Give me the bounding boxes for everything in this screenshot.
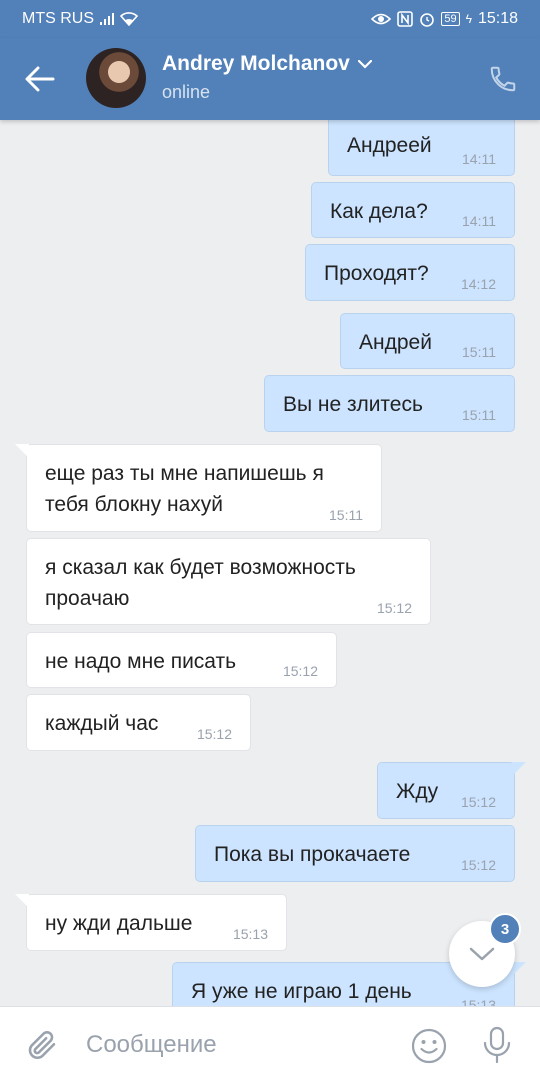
avatar[interactable]: [86, 48, 146, 108]
status-right: 59 ϟ 15:18: [371, 10, 518, 28]
contact-status: online: [162, 82, 211, 102]
chat-header: Andrey Molchanov online: [0, 38, 540, 120]
message-text: Как дела?: [330, 200, 428, 223]
message-out[interactable]: Как дела? 14:11: [311, 182, 515, 238]
carrier-name: MTS RUS: [22, 10, 94, 27]
chevron-down-icon: [357, 59, 372, 69]
message-text: Пока вы прокачаете: [214, 843, 411, 866]
message-text: Андрей: [359, 331, 432, 354]
message-time: 15:11: [462, 407, 496, 423]
message-in[interactable]: каждый час 15:12: [26, 694, 251, 751]
message-time: 15:12: [376, 600, 412, 616]
chevron-down-icon: [469, 947, 495, 961]
message-text: еще раз ты мне напишешь я тебя блокну на…: [45, 458, 324, 520]
alarm-icon: [420, 13, 435, 27]
message-text: каждый час: [45, 712, 159, 735]
message-text: Жду: [396, 780, 439, 803]
bubble-tail: [15, 894, 29, 908]
composer: [0, 1006, 540, 1080]
carrier-group: MTS RUS: [22, 10, 138, 28]
message-text: я сказал как будет возможность проачаю: [45, 552, 356, 614]
message-text: Проходят?: [324, 262, 429, 285]
bubble-tail: [512, 762, 526, 776]
message-out[interactable]: Андреей 14:11: [328, 120, 515, 176]
message-in[interactable]: не надо мне писать 15:12: [26, 632, 337, 688]
message-time: 15:12: [460, 857, 496, 873]
message-line: проачаю: [45, 587, 130, 610]
charging-icon: ϟ: [465, 12, 472, 26]
smile-icon: [411, 1028, 447, 1064]
contact-name-row[interactable]: Andrey Molchanov: [162, 52, 372, 76]
message-time: 15:11: [329, 507, 363, 523]
call-button[interactable]: [488, 64, 518, 94]
message-input[interactable]: [86, 1027, 386, 1063]
unread-badge: 3: [489, 913, 521, 945]
status-time: 15:18: [477, 10, 518, 27]
message-text: Андреей: [347, 134, 432, 157]
message-line: я сказал как будет возможность: [45, 556, 356, 579]
message-time: 14:11: [462, 213, 496, 229]
message-out[interactable]: Проходят? 14:12: [305, 244, 515, 301]
message-time: 15:12: [460, 794, 496, 810]
eye-icon: [371, 13, 392, 25]
message-line: тебя блокну нахуй: [45, 493, 223, 516]
message-in[interactable]: ну жди дальше 15:13: [15, 894, 287, 951]
back-button[interactable]: [22, 61, 58, 97]
phone-icon: [490, 66, 516, 92]
battery-icon: 59: [441, 12, 460, 26]
status-bar: MTS RUS 59 ϟ 15:18: [0, 0, 540, 38]
nfc-icon: [397, 11, 414, 27]
microphone-icon: [483, 1026, 511, 1064]
emoji-button[interactable]: [410, 1027, 448, 1065]
message-in[interactable]: еще раз ты мне напишешь я тебя блокну на…: [15, 444, 382, 532]
message-time: 15:12: [282, 663, 318, 679]
arrow-left-icon: [25, 66, 55, 92]
message-time: 14:11: [462, 151, 496, 167]
message-out[interactable]: Вы не злитесь 15:11: [264, 375, 515, 432]
message-text: не надо мне писать: [45, 650, 237, 673]
message-time: 15:13: [460, 997, 496, 1006]
message-time: 15:12: [196, 726, 232, 742]
message-line: еще раз ты мне напишешь я: [45, 462, 324, 485]
message-out[interactable]: Жду 15:12: [377, 762, 526, 819]
message-text: Я уже не играю 1 день: [191, 980, 412, 1003]
contact-name: Andrey Molchanov: [162, 52, 350, 75]
contact-info[interactable]: Andrey Molchanov online: [162, 52, 372, 103]
voice-message-button[interactable]: [478, 1025, 516, 1065]
message-text: ну жди дальше: [45, 912, 193, 935]
paperclip-icon: [28, 1031, 56, 1060]
message-time: 15:11: [462, 344, 496, 360]
wifi-icon: [120, 12, 138, 26]
message-out[interactable]: Андрей 15:11: [340, 313, 515, 369]
message-out[interactable]: Пока вы прокачаете 15:12: [195, 825, 515, 882]
attach-button[interactable]: [24, 1027, 60, 1063]
message-time: 14:12: [460, 276, 496, 292]
bubble-tail: [15, 444, 29, 458]
signal-icon: [100, 13, 114, 25]
message-in[interactable]: я сказал как будет возможность проачаю 1…: [26, 538, 431, 625]
message-text: Вы не злитесь: [283, 393, 423, 416]
battery-level: 59: [444, 13, 457, 25]
message-time: 15:13: [232, 926, 268, 942]
message-list[interactable]: Андреей 14:11 Как дела? 14:11 Проходят? …: [0, 120, 540, 1006]
bubble-tail: [512, 962, 526, 976]
